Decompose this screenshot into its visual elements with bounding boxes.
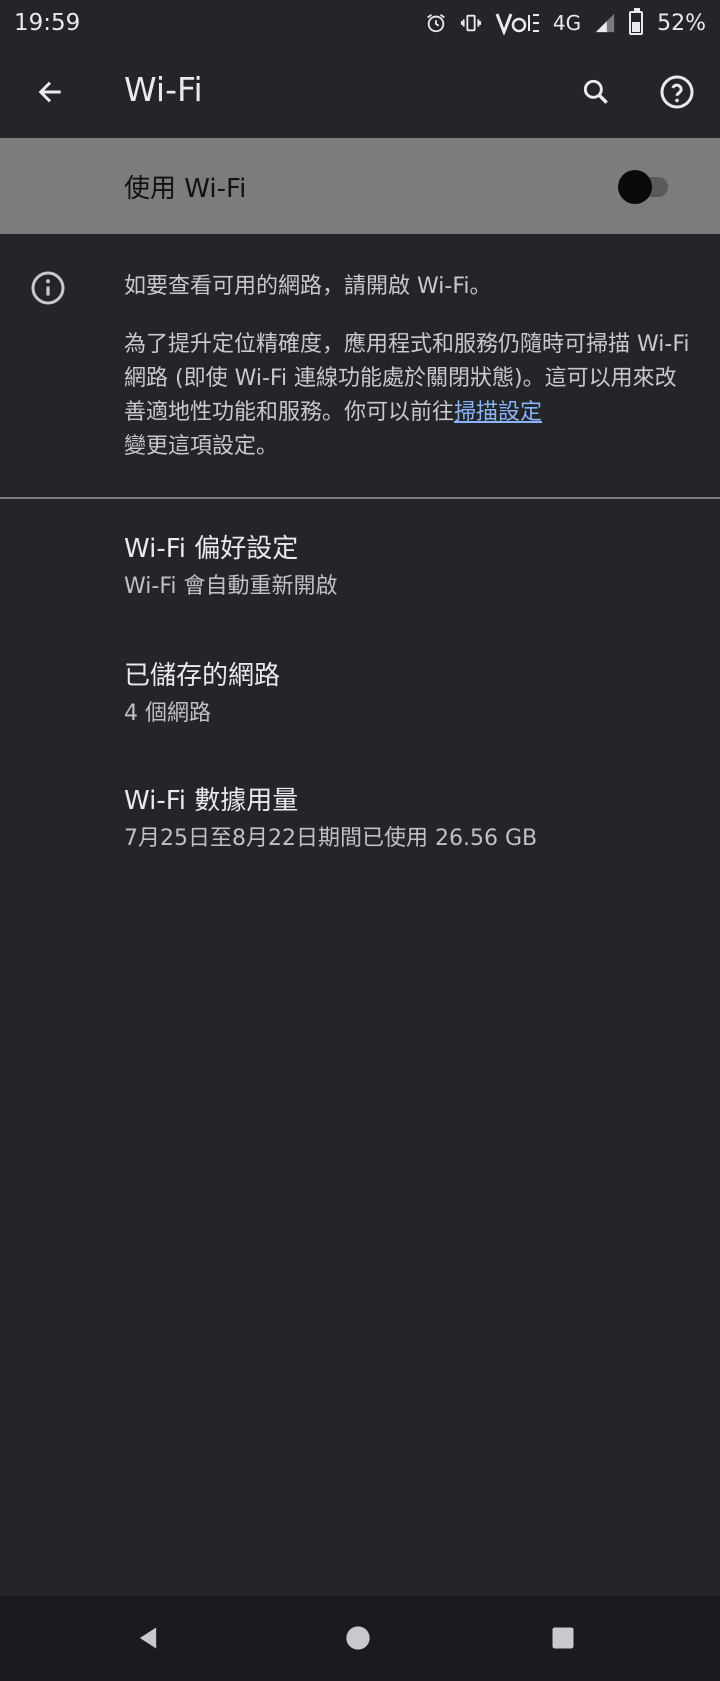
wifi-toggle[interactable] xyxy=(618,170,674,204)
info-icon xyxy=(30,270,66,310)
list-item-subtitle: Wi-Fi 會自動重新開啟 xyxy=(124,574,338,599)
volte-icon xyxy=(495,11,541,35)
nav-back-button[interactable] xyxy=(128,1618,168,1658)
alarm-icon xyxy=(425,12,447,34)
info-block: 如要查看可用的網路，請開啟 Wi-Fi。 為了提升定位精確度，應用程式和服務仍隨… xyxy=(0,234,720,498)
nav-home-button[interactable] xyxy=(338,1618,378,1658)
scanning-notice-tail: 變更這項設定。 xyxy=(124,434,279,459)
battery-percent: 52% xyxy=(657,10,706,36)
list-item-subtitle: 7月25日至8月22日期間已使用 26.56 GB xyxy=(124,826,538,851)
list-item-wifi-preferences[interactable]: Wi-Fi 偏好設定 Wi-Fi 會自動重新開啟 xyxy=(0,528,720,648)
search-icon xyxy=(583,79,608,104)
status-time: 19:59 xyxy=(14,10,81,36)
list-item-title: Wi-Fi 偏好設定 xyxy=(124,534,299,564)
nav-home-icon xyxy=(346,1626,370,1650)
toggle-thumb xyxy=(618,170,652,204)
page-title: Wi-Fi xyxy=(124,70,203,109)
signal-icon xyxy=(593,12,617,34)
app-bar: Wi-Fi xyxy=(0,46,720,138)
scanning-notice: 為了提升定位精確度，應用程式和服務仍隨時可掃描 Wi-Fi 網路 (即使 Wi-… xyxy=(124,328,696,464)
list-item-saved-networks[interactable]: 已儲存的網路 4 個網路 xyxy=(0,655,720,775)
status-icons: 4G 52% xyxy=(425,8,706,36)
scanning-notice-text: 為了提升定位精確度，應用程式和服務仍隨時可掃描 Wi-Fi 網路 (即使 Wi-… xyxy=(124,332,690,425)
divider xyxy=(0,497,720,499)
status-bar: 19:59 4G 52% xyxy=(0,0,720,46)
vibrate-icon xyxy=(459,12,483,34)
battery-icon xyxy=(629,8,644,35)
search-button[interactable] xyxy=(570,66,622,118)
nav-recents-button[interactable] xyxy=(543,1618,583,1658)
back-button[interactable] xyxy=(24,66,76,118)
network-type: 4G xyxy=(552,11,582,35)
info-message: 如要查看可用的網路，請開啟 Wi-Fi。 xyxy=(124,274,492,299)
help-button[interactable] xyxy=(651,66,703,118)
use-wifi-switch-bar[interactable]: 使用 Wi-Fi xyxy=(0,138,720,234)
battery-fill xyxy=(632,21,641,32)
list-item-wifi-data-usage[interactable]: Wi-Fi 數據用量 7月25日至8月22日期間已使用 26.56 GB xyxy=(0,780,720,900)
nav-back-icon xyxy=(139,1627,157,1649)
help-icon xyxy=(660,75,694,109)
list-item-subtitle: 4 個網路 xyxy=(124,701,211,726)
wifi-settings-screen: 19:59 4G 52% Wi-Fi 使用 Wi-Fi 如要查看可用的網路，請開… xyxy=(0,0,720,1681)
list-item-title: 已儲存的網路 xyxy=(124,661,281,691)
navigation-bar xyxy=(0,1596,720,1681)
use-wifi-label: 使用 Wi-Fi xyxy=(124,173,247,204)
scanning-settings-link[interactable]: 掃描設定 xyxy=(454,400,542,425)
list-item-title: Wi-Fi 數據用量 xyxy=(124,786,299,816)
nav-recents-icon xyxy=(552,1627,574,1649)
arrow-back-icon xyxy=(38,81,61,103)
